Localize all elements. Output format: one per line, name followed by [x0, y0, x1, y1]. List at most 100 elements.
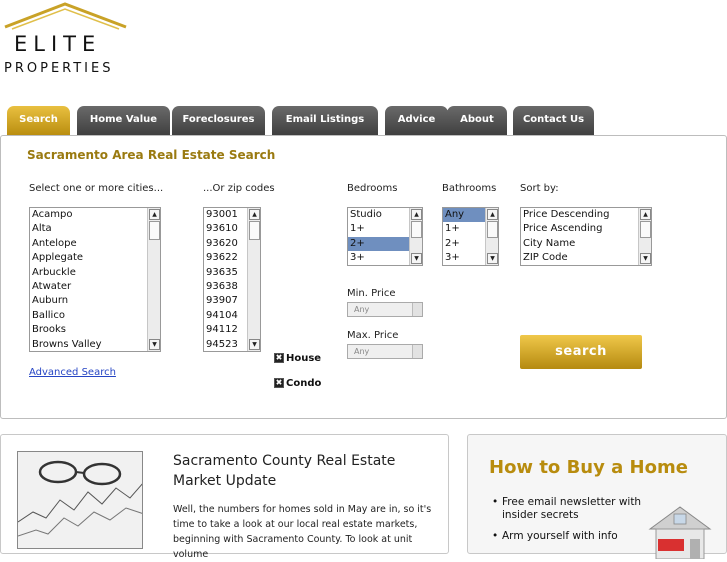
scroll-down-icon[interactable]: ▼ — [149, 339, 160, 350]
zip-options: 93001 93610 93620 93622 93635 93638 9390… — [204, 208, 247, 351]
dropdown-arrow-icon — [412, 345, 422, 358]
zip-option[interactable]: 93620 — [204, 237, 247, 251]
sort-option[interactable]: Price Ascending — [521, 222, 638, 236]
cities-options: Acampo Alta Antelope Applegate Arbuckle … — [30, 208, 147, 351]
sort-listbox[interactable]: Price Descending Price Ascending City Na… — [520, 207, 652, 266]
checkbox-checked-icon[interactable]: ✖ — [274, 378, 284, 388]
scroll-thumb[interactable] — [487, 221, 498, 238]
scroll-down-icon[interactable]: ▼ — [411, 253, 422, 264]
bathroom-option[interactable]: 1+ — [443, 222, 485, 236]
how-to-buy-panel: How to Buy a Home Free email newsletter … — [467, 434, 727, 559]
scroll-thumb[interactable] — [249, 221, 260, 240]
zip-option[interactable]: 93635 — [204, 266, 247, 280]
bedroom-option-selected[interactable]: 2+ — [348, 236, 409, 252]
city-option[interactable]: Arbuckle — [30, 266, 147, 280]
tab-search[interactable]: Search — [7, 106, 70, 136]
scroll-thumb[interactable] — [640, 221, 651, 238]
glasses-chart-image-icon — [18, 452, 142, 548]
sort-label: Sort by: — [520, 183, 559, 194]
cities-listbox[interactable]: Acampo Alta Antelope Applegate Arbuckle … — [29, 207, 161, 352]
zip-option[interactable]: 93622 — [204, 251, 247, 265]
side-title[interactable]: How to Buy a Home — [489, 457, 688, 478]
bedroom-option[interactable]: 3+ — [348, 251, 409, 265]
sort-scrollbar[interactable]: ▲ ▼ — [638, 208, 651, 265]
news-panel: Sacramento County Real Estate Market Upd… — [0, 434, 449, 560]
house-sale-icon — [648, 506, 712, 559]
house-label: House — [286, 353, 322, 364]
bathroom-options: Any 1+ 2+ 3+ — [443, 208, 485, 265]
city-option[interactable]: Atwater — [30, 280, 147, 294]
bathrooms-label: Bathrooms — [442, 183, 497, 194]
city-option[interactable]: Acampo — [30, 208, 147, 222]
logo-line2: PROPERTIES — [4, 61, 114, 76]
logo-line1: ELITE — [14, 32, 102, 56]
city-option[interactable]: Brooks — [30, 323, 147, 337]
zip-option[interactable]: 94523 — [204, 338, 247, 351]
zips-scrollbar[interactable]: ▲ ▼ — [247, 208, 260, 351]
tab-home-value[interactable]: Home Value — [77, 106, 170, 136]
scroll-down-icon[interactable]: ▼ — [487, 253, 498, 264]
sort-option[interactable]: Price Descending — [521, 208, 638, 222]
news-title[interactable]: Sacramento County Real Estate Market Upd… — [173, 451, 423, 491]
zips-label: ...Or zip codes — [203, 183, 275, 194]
cities-label: Select one or more cities... — [29, 183, 164, 194]
city-option[interactable]: Applegate — [30, 251, 147, 265]
scroll-thumb[interactable] — [411, 221, 422, 238]
bathroom-option-selected[interactable]: Any — [443, 208, 485, 223]
tab-foreclosures[interactable]: Foreclosures — [172, 106, 265, 136]
tab-about[interactable]: About — [447, 106, 507, 136]
zip-option[interactable]: 93907 — [204, 294, 247, 308]
side-list-item: Free email newsletter with insider secre… — [492, 496, 642, 522]
min-price-select[interactable]: Any — [347, 302, 423, 317]
bedroom-option[interactable]: 1+ — [348, 222, 409, 236]
cities-scrollbar[interactable]: ▲ ▼ — [147, 208, 160, 351]
roof-logo-icon — [4, 2, 127, 30]
search-button[interactable]: search — [520, 335, 642, 369]
bedrooms-listbox[interactable]: Studio 1+ 2+ 3+ ▲ ▼ — [347, 207, 423, 266]
bedrooms-scrollbar[interactable]: ▲ ▼ — [409, 208, 422, 265]
scroll-down-icon[interactable]: ▼ — [249, 339, 260, 350]
zip-option[interactable]: 93001 — [204, 208, 247, 222]
article-thumbnail[interactable] — [17, 451, 143, 549]
scroll-thumb[interactable] — [149, 221, 160, 240]
city-option[interactable]: Ballico — [30, 309, 147, 323]
tab-email-listings[interactable]: Email Listings — [272, 106, 378, 136]
min-price-value: Any — [354, 305, 370, 314]
scroll-up-icon[interactable]: ▲ — [487, 209, 498, 220]
max-price-select[interactable]: Any — [347, 344, 423, 359]
house-checkbox[interactable]: ✖ House — [274, 353, 321, 364]
zip-option[interactable]: 94112 — [204, 323, 247, 337]
city-option[interactable]: Alta — [30, 222, 147, 236]
tab-advice[interactable]: Advice — [385, 106, 448, 136]
sort-option[interactable]: City Name — [521, 237, 638, 251]
max-price-value: Any — [354, 347, 370, 356]
scroll-up-icon[interactable]: ▲ — [411, 209, 422, 220]
scroll-down-icon[interactable]: ▼ — [640, 253, 651, 264]
zip-option[interactable]: 93638 — [204, 280, 247, 294]
logo[interactable]: ELITE PROPERTIES — [0, 0, 140, 90]
scroll-up-icon[interactable]: ▲ — [149, 209, 160, 220]
condo-checkbox[interactable]: ✖ Condo — [274, 378, 321, 389]
bathroom-option[interactable]: 3+ — [443, 251, 485, 265]
checkbox-checked-icon[interactable]: ✖ — [274, 353, 284, 363]
scroll-up-icon[interactable]: ▲ — [640, 209, 651, 220]
side-list-item: Arm yourself with info — [492, 530, 642, 543]
bathrooms-scrollbar[interactable]: ▲ ▼ — [485, 208, 498, 265]
advanced-search-link[interactable]: Advanced Search — [29, 367, 116, 378]
city-option[interactable]: Browns Valley — [30, 338, 147, 351]
tab-contact-us[interactable]: Contact Us — [513, 106, 594, 136]
sort-option[interactable]: ZIP Code — [521, 251, 638, 265]
city-option[interactable]: Antelope — [30, 237, 147, 251]
scroll-up-icon[interactable]: ▲ — [249, 209, 260, 220]
condo-label: Condo — [286, 378, 322, 389]
bathroom-option[interactable]: 2+ — [443, 237, 485, 251]
sort-options: Price Descending Price Ascending City Na… — [521, 208, 638, 265]
bedroom-option[interactable]: Studio — [348, 208, 409, 222]
city-option[interactable]: Auburn — [30, 294, 147, 308]
bathrooms-listbox[interactable]: Any 1+ 2+ 3+ ▲ ▼ — [442, 207, 499, 266]
zips-listbox[interactable]: 93001 93610 93620 93622 93635 93638 9390… — [203, 207, 261, 352]
search-title: Sacramento Area Real Estate Search — [27, 148, 276, 162]
zip-option[interactable]: 94104 — [204, 309, 247, 323]
zip-option[interactable]: 93610 — [204, 222, 247, 236]
bedroom-options: Studio 1+ 2+ 3+ — [348, 208, 409, 265]
